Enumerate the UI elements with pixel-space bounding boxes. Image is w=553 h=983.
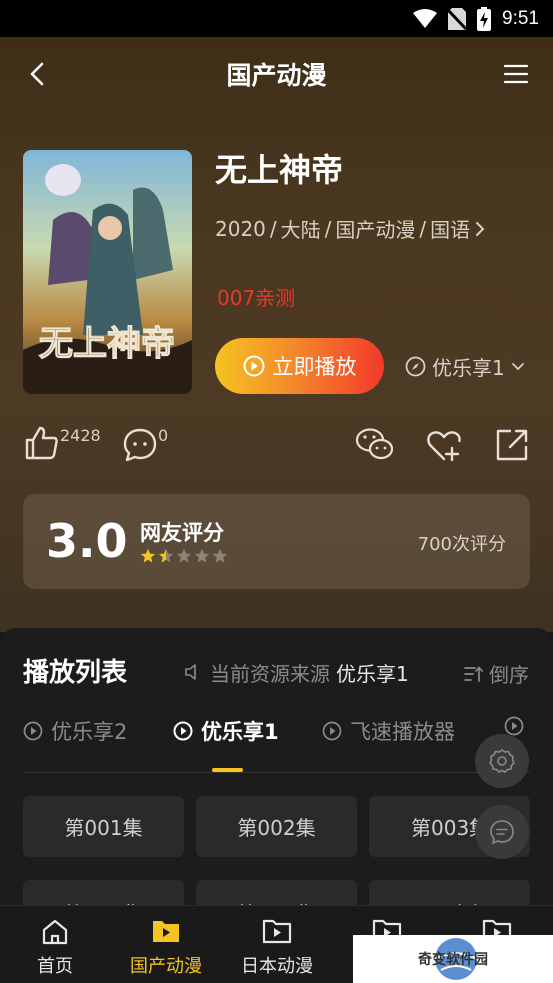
rating-stars bbox=[140, 548, 228, 564]
meta-info[interactable]: 2020 / 大陆 / 国产动漫 / 国语 bbox=[215, 214, 486, 243]
watermark-logo: 奇变软件园 bbox=[353, 935, 553, 983]
chevron-right-icon bbox=[476, 221, 485, 236]
rating-card[interactable]: 3.0 网友评分 700次评分 bbox=[23, 494, 530, 589]
speaker-icon bbox=[185, 664, 196, 680]
compass-icon bbox=[405, 356, 426, 377]
tab-source-feisu-player[interactable]: 飞速播放器 bbox=[322, 716, 455, 746]
meta-separator: / bbox=[324, 216, 332, 241]
tab-source-youlexiang1[interactable]: 优乐享1 bbox=[173, 716, 279, 746]
home-icon bbox=[42, 919, 68, 945]
gear-icon bbox=[489, 749, 515, 773]
playlist-sheet: 播放列表 当前资源来源 优乐享1 倒序 优乐享2 优乐享1 飞速播放器 第001集… bbox=[0, 628, 553, 941]
favorite-add-icon[interactable] bbox=[426, 428, 462, 462]
playlist-title: 播放列表 bbox=[23, 658, 128, 688]
episode-button[interactable]: 第001集 bbox=[23, 796, 184, 857]
chevron-down-icon bbox=[511, 362, 524, 370]
message-icon bbox=[490, 820, 514, 845]
play-folder-icon bbox=[153, 921, 179, 942]
menu-icon[interactable] bbox=[503, 63, 529, 85]
nav-label: 国产动漫 bbox=[130, 956, 202, 977]
top-bar: 国产动漫 bbox=[0, 37, 553, 111]
tab-source-more[interactable] bbox=[504, 716, 524, 736]
tab-label: 优乐享1 bbox=[201, 720, 279, 744]
rating-score: 3.0 bbox=[46, 514, 128, 568]
star-icon bbox=[194, 548, 210, 563]
comment-count: 0 bbox=[158, 426, 169, 445]
like-count: 2428 bbox=[60, 426, 101, 445]
meta-language: 国语 bbox=[430, 218, 471, 242]
rating-label: 网友评分 bbox=[140, 521, 224, 545]
active-tab-indicator bbox=[212, 768, 243, 772]
wechat-share-icon[interactable] bbox=[355, 427, 395, 463]
poster-image[interactable]: 无上神帝 bbox=[23, 150, 192, 394]
meta-category: 国产动漫 bbox=[335, 218, 416, 242]
battery-charging-icon bbox=[477, 6, 492, 31]
note-text: 007亲测 bbox=[217, 286, 296, 310]
external-share-icon[interactable] bbox=[495, 428, 529, 462]
play-circle-icon bbox=[243, 355, 264, 377]
play-circle-icon bbox=[322, 721, 342, 741]
play-now-button[interactable]: 立即播放 bbox=[215, 338, 384, 394]
nav-guochan-dongman[interactable]: 国产动漫 bbox=[111, 906, 221, 983]
watermark-text: 奇变软件园 bbox=[418, 952, 488, 968]
nav-home[interactable]: 首页 bbox=[0, 906, 110, 983]
star-icon bbox=[176, 548, 192, 563]
source-tabs: 优乐享2 优乐享1 飞速播放器 bbox=[0, 716, 553, 771]
star-icon bbox=[140, 548, 156, 563]
star-icon bbox=[158, 548, 174, 563]
tab-source-youlexiang2[interactable]: 优乐享2 bbox=[23, 716, 127, 746]
status-time: 9:51 bbox=[502, 7, 539, 29]
play-now-label: 立即播放 bbox=[272, 355, 357, 379]
wifi-icon bbox=[413, 9, 438, 28]
comment-fab[interactable] bbox=[475, 805, 529, 859]
settings-fab[interactable] bbox=[475, 734, 529, 788]
play-circle-icon bbox=[23, 721, 43, 741]
meta-separator: / bbox=[269, 216, 277, 241]
star-icon bbox=[212, 548, 228, 563]
thumbs-up-icon[interactable] bbox=[24, 425, 60, 461]
play-circle-icon bbox=[173, 721, 193, 741]
rating-count: 700次评分 bbox=[417, 534, 506, 555]
source-selected: 优乐享1 bbox=[432, 356, 505, 380]
play-folder-icon bbox=[262, 919, 292, 944]
meta-year: 2020 bbox=[215, 216, 266, 241]
tabs-divider bbox=[23, 772, 530, 773]
source-selector[interactable]: 优乐享1 bbox=[405, 352, 525, 381]
poster-title-text: 无上神帝 bbox=[39, 324, 175, 364]
current-source-prefix: 当前资源来源 bbox=[210, 661, 330, 686]
action-row: 2428 0 bbox=[0, 420, 553, 470]
page-title: 国产动漫 bbox=[226, 61, 327, 90]
sort-icon bbox=[464, 665, 483, 682]
play-circle-icon bbox=[504, 716, 524, 736]
meta-separator: / bbox=[419, 216, 427, 241]
sort-button[interactable]: 倒序 bbox=[463, 659, 529, 688]
episode-button[interactable]: 第002集 bbox=[196, 796, 357, 857]
comment-icon[interactable] bbox=[122, 427, 158, 463]
nav-label: 日本动漫 bbox=[241, 956, 313, 977]
meta-region: 大陆 bbox=[280, 218, 321, 242]
current-source-name: 优乐享1 bbox=[336, 661, 409, 686]
tab-label: 优乐享2 bbox=[51, 720, 128, 744]
no-sim-icon bbox=[448, 7, 467, 30]
tab-label: 飞速播放器 bbox=[350, 720, 455, 744]
drama-title: 无上神帝 bbox=[215, 151, 344, 189]
sort-label: 倒序 bbox=[489, 663, 529, 687]
current-source-notice: 当前资源来源 优乐享1 bbox=[184, 659, 416, 685]
nav-label: 首页 bbox=[37, 956, 73, 977]
status-bar: 9:51 bbox=[0, 0, 553, 37]
nav-riben-dongman[interactable]: 日本动漫 bbox=[222, 906, 332, 983]
